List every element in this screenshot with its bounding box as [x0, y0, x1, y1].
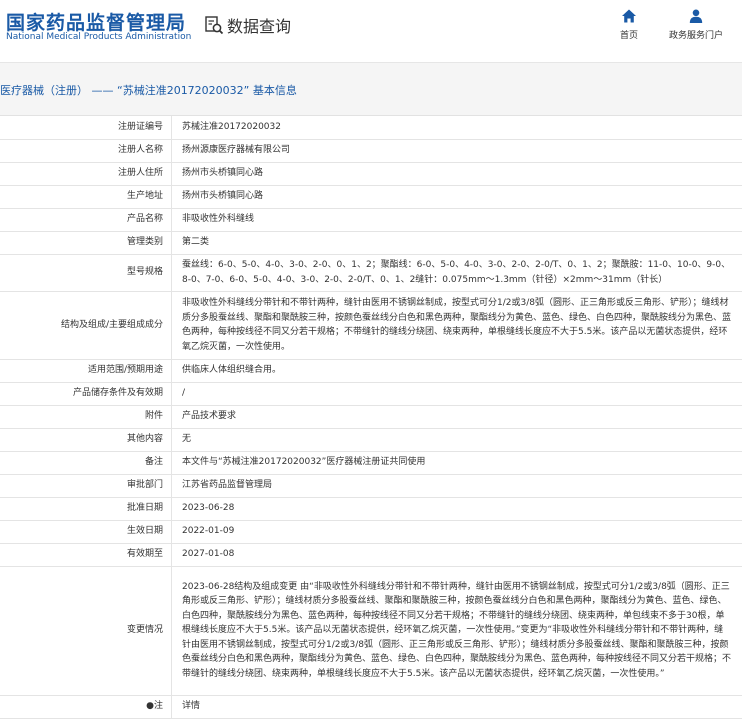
data-query-title: 数据查询 [204, 13, 291, 37]
field-label: 备注 [0, 451, 172, 475]
table-row: 管理类别 第二类 [0, 231, 742, 255]
field-value: 2022-01-09 [171, 520, 742, 544]
field-label: 注册人住所 [0, 162, 172, 186]
table-row: 型号规格 蚕丝线：6-0、5-0、4-0、3-0、2-0、0、1、2；聚酯线：6… [0, 254, 742, 292]
field-value: 扬州市头桥镇同心路 [171, 185, 742, 209]
table-row: 批准日期 2023-06-28 [0, 497, 742, 521]
field-value: 扬州源康医疗器械有限公司 [171, 139, 742, 163]
table-row: 注册证编号 苏械注准20172020032 [0, 116, 742, 140]
table-row: ●注 详情 [0, 695, 742, 719]
field-label: 注册证编号 [0, 116, 172, 140]
section-title: 医疗器械（注册） —— “苏械注准20172020032” 基本信息 [0, 84, 297, 97]
data-query-label: 数据查询 [227, 17, 292, 36]
table-row: 产品名称 非吸收性外科缝线 [0, 208, 742, 232]
field-value: 江苏省药品监督管理局 [171, 474, 742, 498]
table-row: 结构及组成/主要组成成分 非吸收性外科缝线分带针和不带针两种，缝针由医用不锈钢丝… [0, 291, 742, 360]
search-document-icon [205, 16, 224, 35]
registration-info-table: 注册证编号 苏械注准20172020032 注册人名称 扬州源康医疗器械有限公司… [0, 116, 742, 719]
field-label: 产品储存条件及有效期 [0, 382, 172, 406]
site-logo-title[interactable]: 国家药品监督管理局 [6, 8, 186, 35]
field-value: 非吸收性外科缝线 [171, 208, 742, 232]
field-label: 批准日期 [0, 497, 172, 521]
field-value: 供临床人体组织缝合用。 [171, 359, 742, 383]
field-value: 非吸收性外科缝线分带针和不带针两种，缝针由医用不锈钢丝制成，按型式可分1/2或3… [171, 291, 742, 360]
details-link[interactable]: 详情 [171, 695, 742, 719]
table-row: 注册人住所 扬州市头桥镇同心路 [0, 162, 742, 186]
field-value: 第二类 [171, 231, 742, 255]
field-label: 有效期至 [0, 543, 172, 567]
field-value: 2023-06-28结构及组成变更 由“非吸收性外科缝线分带针和不带针两种，缝针… [171, 566, 742, 696]
field-label: 生效日期 [0, 520, 172, 544]
field-label: 变更情况 [0, 566, 172, 696]
field-label: 生产地址 [0, 185, 172, 209]
home-label: 首页 [619, 31, 638, 41]
field-value: 本文件与“苏械注准20172020032”医疗器械注册证共同使用 [171, 451, 742, 475]
field-label: 其他内容 [0, 428, 172, 452]
field-value: 2027-01-08 [171, 543, 742, 567]
table-row: 生效日期 2022-01-09 [0, 520, 742, 544]
field-value: 产品技术要求 [171, 405, 742, 429]
field-label: 审批部门 [0, 474, 172, 498]
user-icon [689, 9, 703, 23]
field-value: 蚕丝线：6-0、5-0、4-0、3-0、2-0、0、1、2；聚酯线：6-0、5-… [171, 254, 742, 292]
service-portal-link[interactable]: 政务服务门户 [664, 8, 728, 41]
section-bar: 医疗器械（注册） —— “苏械注准20172020032” 基本信息 [0, 63, 742, 116]
table-row: 附件 产品技术要求 [0, 405, 742, 429]
field-value: 苏械注准20172020032 [171, 116, 742, 140]
field-label: 附件 [0, 405, 172, 429]
home-icon [622, 9, 636, 23]
site-logo-subtitle: National Medical Products Administration [6, 32, 192, 42]
table-row: 其他内容 无 [0, 428, 742, 452]
table-row: 产品储存条件及有效期 / [0, 382, 742, 406]
field-label: 适用范围/预期用途 [0, 359, 172, 383]
field-label: 型号规格 [0, 254, 172, 292]
field-label: 结构及组成/主要组成成分 [0, 291, 172, 360]
field-label: 注册人名称 [0, 139, 172, 163]
table-row: 变更情况 2023-06-28结构及组成变更 由“非吸收性外科缝线分带针和不带针… [0, 566, 742, 696]
field-value: / [171, 382, 742, 406]
field-label: 管理类别 [0, 231, 172, 255]
table-row: 备注 本文件与“苏械注准20172020032”医疗器械注册证共同使用 [0, 451, 742, 475]
table-row: 审批部门 江苏省药品监督管理局 [0, 474, 742, 498]
field-value: 2023-06-28 [171, 497, 742, 521]
table-row: 有效期至 2027-01-08 [0, 543, 742, 567]
field-label: 产品名称 [0, 208, 172, 232]
site-header: 国家药品监督管理局 National Medical Products Admi… [0, 0, 742, 63]
table-row: 生产地址 扬州市头桥镇同心路 [0, 185, 742, 209]
field-value: 扬州市头桥镇同心路 [171, 162, 742, 186]
home-link[interactable]: 首页 [613, 8, 645, 41]
service-portal-label: 政务服务门户 [668, 31, 723, 41]
table-row: 适用范围/预期用途 供临床人体组织缝合用。 [0, 359, 742, 383]
field-value: 无 [171, 428, 742, 452]
field-label: ●注 [0, 695, 172, 719]
table-row: 注册人名称 扬州源康医疗器械有限公司 [0, 139, 742, 163]
